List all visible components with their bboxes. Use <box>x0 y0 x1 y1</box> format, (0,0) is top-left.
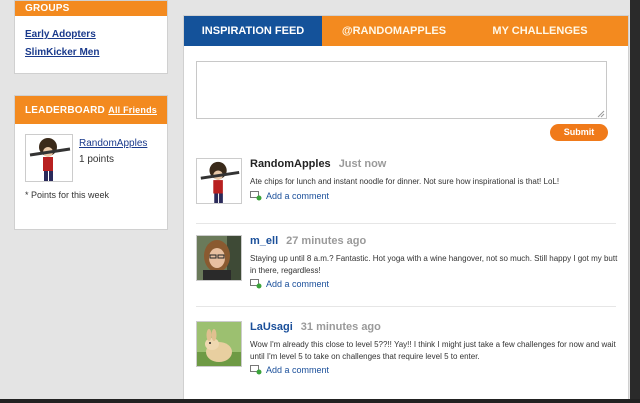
feed-item: LaUsagi 31 minutes ago Wow I'm already th… <box>196 321 616 385</box>
add-comment-link[interactable]: Add a comment <box>250 279 329 289</box>
feed-text: Wow I'm already this close to level 5??!… <box>250 340 616 361</box>
resize-handle-icon[interactable] <box>597 110 605 118</box>
feed-timestamp: 27 minutes ago <box>286 235 367 247</box>
group-link-slimkicker-men[interactable]: SlimKicker Men <box>25 47 99 58</box>
tab-bar: INSPIRATION FEED @RANDOMAPPLES MY CHALLE… <box>184 16 628 46</box>
feed-timestamp: Just now <box>338 158 387 170</box>
comment-icon <box>250 279 262 289</box>
leaderboard-note: * Points for this week <box>25 190 110 200</box>
avatar-rabbit-icon <box>197 322 241 366</box>
feed-author-name[interactable]: m_ell <box>250 235 278 247</box>
comment-icon <box>250 191 262 201</box>
window-bottom-edge <box>0 399 640 403</box>
groups-header: GROUPS <box>15 1 167 16</box>
scrollbar[interactable] <box>630 0 640 403</box>
avatar-illustration-icon <box>29 138 71 181</box>
comment-icon <box>250 365 262 375</box>
feed-text: Ate chips for lunch and instant noodle f… <box>250 177 560 186</box>
feed-divider <box>196 223 616 224</box>
avatar[interactable] <box>25 134 73 182</box>
leaderboard-header: LEADERBOARD All Friends <box>15 96 167 124</box>
avatar-illustration-icon <box>200 161 240 203</box>
window-edge <box>630 0 640 403</box>
group-link-early-adopters[interactable]: Early Adopters <box>25 29 96 40</box>
feed-text: Staying up until 8 a.m.? Fantastic. Hot … <box>250 254 618 275</box>
tab-my-challenges[interactable]: MY CHALLENGES <box>480 16 600 46</box>
feed-author[interactable]: LaUsagi 31 minutes ago <box>250 321 381 333</box>
avatar[interactable] <box>196 158 242 204</box>
feed-panel: INSPIRATION FEED @RANDOMAPPLES MY CHALLE… <box>183 15 629 403</box>
groups-panel: GROUPS Early Adopters SlimKicker Men <box>14 0 168 74</box>
avatar[interactable] <box>196 321 242 367</box>
feed-divider <box>196 306 616 307</box>
leaderboard-title: LEADERBOARD <box>25 104 105 116</box>
feed-author[interactable]: m_ell 27 minutes ago <box>250 235 366 247</box>
add-comment-label[interactable]: Add a comment <box>266 279 329 289</box>
tab-randomapples[interactable]: @RANDOMAPPLES <box>334 16 454 46</box>
add-comment-label[interactable]: Add a comment <box>266 365 329 375</box>
post-input[interactable] <box>196 61 607 119</box>
feed-item: RandomApples Just now Ate chips for lunch… <box>196 158 616 218</box>
submit-button[interactable]: Submit <box>550 124 608 141</box>
leaderboard-user-link[interactable]: RandomApples <box>79 138 147 149</box>
add-comment-link[interactable]: Add a comment <box>250 191 329 201</box>
leaderboard-points: 1 points <box>79 154 115 165</box>
tab-inspiration-feed[interactable]: INSPIRATION FEED <box>184 16 322 46</box>
leaderboard-panel: LEADERBOARD All Friends RandomApples 1 p… <box>14 95 168 230</box>
groups-title: GROUPS <box>25 3 70 14</box>
feed-author[interactable]: RandomApples Just now <box>250 158 386 170</box>
add-comment-label[interactable]: Add a comment <box>266 191 329 201</box>
add-comment-link[interactable]: Add a comment <box>250 365 329 375</box>
avatar[interactable] <box>196 235 242 281</box>
avatar-photo-icon <box>197 236 241 280</box>
feed-item: m_ell 27 minutes ago Staying up until 8 a… <box>196 235 617 299</box>
feed-timestamp: 31 minutes ago <box>300 321 381 333</box>
feed-author-name[interactable]: LaUsagi <box>250 321 293 333</box>
feed-author-name[interactable]: RandomApples <box>250 158 331 170</box>
all-friends-link[interactable]: All Friends <box>108 105 157 115</box>
